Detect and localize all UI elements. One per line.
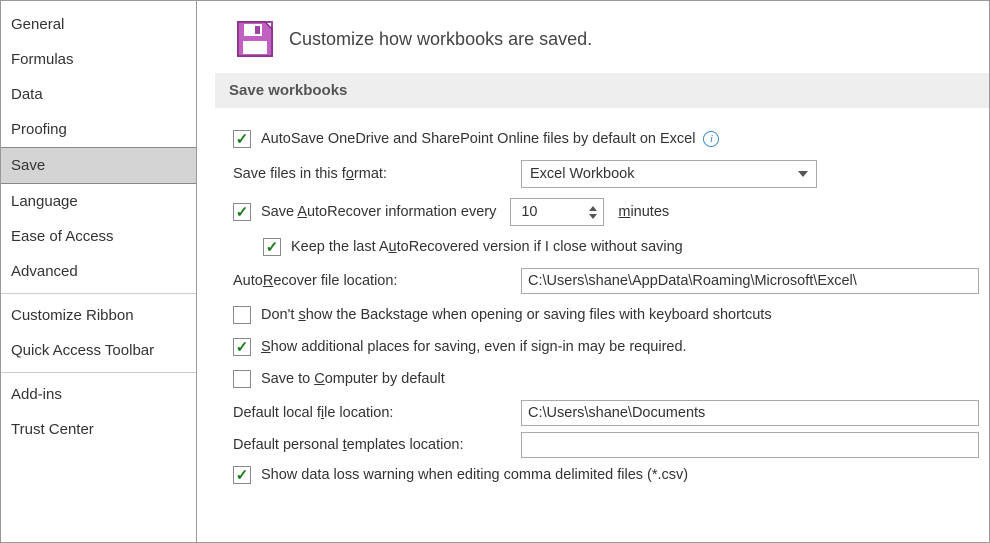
section-header-save-workbooks: Save workbooks xyxy=(215,73,989,108)
checkbox-csv-warning[interactable] xyxy=(233,466,251,484)
page-title: Customize how workbooks are saved. xyxy=(289,29,592,50)
sidebar-item-save[interactable]: Save xyxy=(1,147,196,184)
sidebar-separator xyxy=(1,293,196,294)
options-dialog: General Formulas Data Proofing Save Lang… xyxy=(0,0,990,543)
dropdown-save-format[interactable]: Excel Workbook xyxy=(521,160,817,188)
checkbox-autosave[interactable] xyxy=(233,130,251,148)
info-icon[interactable]: i xyxy=(703,131,719,147)
sidebar-item-quick-access-toolbar[interactable]: Quick Access Toolbar xyxy=(1,333,196,368)
sidebar-item-advanced[interactable]: Advanced xyxy=(1,254,196,289)
label-autorecover-location: AutoRecover file location: xyxy=(233,273,521,289)
sidebar-item-trust-center[interactable]: Trust Center xyxy=(1,412,196,447)
row-templates-location: Default personal templates location: xyxy=(233,432,979,458)
label-keep-last: Keep the last AutoRecovered version if I… xyxy=(291,239,683,255)
label-no-backstage: Don't show the Backstage when opening or… xyxy=(261,307,772,323)
sidebar: General Formulas Data Proofing Save Lang… xyxy=(1,1,197,542)
label-save-format: Save files in this format: xyxy=(233,166,521,182)
checkbox-keep-last[interactable] xyxy=(263,238,281,256)
sidebar-item-ease-of-access[interactable]: Ease of Access xyxy=(1,219,196,254)
spinner-arrows-icon xyxy=(589,206,597,219)
sidebar-item-formulas[interactable]: Formulas xyxy=(1,42,196,77)
chevron-down-icon xyxy=(798,171,808,177)
label-autosave: AutoSave OneDrive and SharePoint Online … xyxy=(261,131,719,147)
sidebar-item-proofing[interactable]: Proofing xyxy=(1,112,196,147)
row-default-location: Default local file location: C:\Users\sh… xyxy=(233,400,979,426)
input-default-location[interactable]: C:\Users\shane\Documents xyxy=(521,400,979,426)
save-floppy-icon xyxy=(235,19,275,59)
input-autorecover-location[interactable]: C:\Users\shane\AppData\Roaming\Microsoft… xyxy=(521,268,979,294)
label-minutes: minutes xyxy=(618,204,669,220)
sidebar-item-general[interactable]: General xyxy=(1,7,196,42)
checkbox-show-places[interactable] xyxy=(233,338,251,356)
row-csv-warning: Show data loss warning when editing comm… xyxy=(233,464,979,486)
label-autorecover: Save AutoRecover information every xyxy=(261,204,496,220)
sidebar-item-language[interactable]: Language xyxy=(1,184,196,219)
label-csv-warning: Show data loss warning when editing comm… xyxy=(261,467,688,483)
checkbox-no-backstage[interactable] xyxy=(233,306,251,324)
row-autorecover-location: AutoRecover file location: C:\Users\shan… xyxy=(233,268,979,294)
row-keep-last: Keep the last AutoRecovered version if I… xyxy=(263,236,979,258)
row-show-places: Show additional places for saving, even … xyxy=(233,336,979,358)
sidebar-item-add-ins[interactable]: Add-ins xyxy=(1,377,196,412)
page-header: Customize how workbooks are saved. xyxy=(215,1,989,73)
sidebar-item-customize-ribbon[interactable]: Customize Ribbon xyxy=(1,298,196,333)
row-autosave: AutoSave OneDrive and SharePoint Online … xyxy=(233,128,979,150)
row-no-backstage: Don't show the Backstage when opening or… xyxy=(233,304,979,326)
spinner-autorecover-minutes[interactable]: 10 xyxy=(510,198,604,226)
checkbox-autorecover[interactable] xyxy=(233,203,251,221)
sidebar-separator xyxy=(1,372,196,373)
input-templates-location[interactable] xyxy=(521,432,979,458)
label-templates-location: Default personal templates location: xyxy=(233,437,521,453)
label-default-location: Default local file location: xyxy=(233,405,521,421)
label-save-computer: Save to Computer by default xyxy=(261,371,445,387)
row-autorecover: Save AutoRecover information every 10 mi… xyxy=(233,198,979,226)
section-content: AutoSave OneDrive and SharePoint Online … xyxy=(215,108,989,496)
sidebar-item-data[interactable]: Data xyxy=(1,77,196,112)
checkbox-save-computer[interactable] xyxy=(233,370,251,388)
label-show-places: Show additional places for saving, even … xyxy=(261,339,687,355)
main-panel: Customize how workbooks are saved. Save … xyxy=(197,1,989,542)
row-save-computer: Save to Computer by default xyxy=(233,368,979,390)
row-save-format: Save files in this format: Excel Workboo… xyxy=(233,160,979,188)
